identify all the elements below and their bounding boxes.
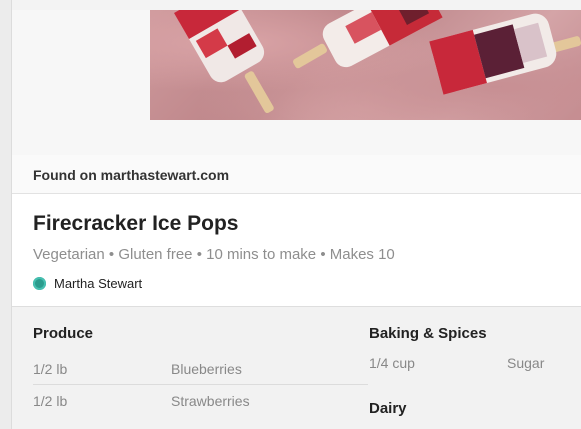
source-bar[interactable]: Found on marthastewart.com	[12, 155, 581, 194]
ingredient-quantity: 1/4 cup	[369, 355, 415, 371]
ingredient-name: Sugar	[507, 355, 545, 371]
recipe-hero-image[interactable]	[150, 10, 581, 120]
ingredients-panel: Produce 1/2 lb Blueberries 1/2 lb Strawb…	[12, 307, 581, 429]
hero-lower-band	[12, 120, 581, 156]
ingredient-row: 1/2 lb Strawberries	[33, 385, 368, 416]
ingredient-name: Strawberries	[171, 393, 250, 409]
ingredient-row: 1/2 lb Blueberries	[33, 353, 368, 385]
ingredient-quantity: 1/2 lb	[33, 361, 68, 377]
recipe-meta: Vegetarian • Gluten free • 10 mins to ma…	[33, 246, 395, 263]
recipe-title: Firecracker Ice Pops	[33, 212, 239, 235]
author-avatar-icon	[33, 277, 46, 290]
ingredients-column-left: Produce 1/2 lb Blueberries 1/2 lb Strawb…	[33, 307, 368, 416]
ingredient-name: Blueberries	[171, 361, 242, 377]
category-title-produce: Produce	[33, 325, 94, 342]
ingredients-column-right: Baking & Spices 1/4 cup Sugar Dairy	[369, 307, 581, 420]
ingredient-quantity: 1/2 lb	[33, 393, 68, 409]
popsicles-illustration	[174, 10, 581, 114]
category-title-dairy: Dairy	[369, 400, 407, 417]
author-name[interactable]: Martha Stewart	[54, 276, 142, 291]
author-link[interactable]: Martha Stewart	[33, 276, 142, 291]
ingredient-row: 1/4 cup Sugar	[369, 347, 581, 378]
recipe-header: Firecracker Ice Pops Vegetarian • Gluten…	[12, 194, 581, 307]
left-frame-edge	[0, 0, 12, 429]
source-link[interactable]: Found on marthastewart.com	[33, 167, 229, 183]
category-title-baking: Baking & Spices	[369, 325, 487, 342]
